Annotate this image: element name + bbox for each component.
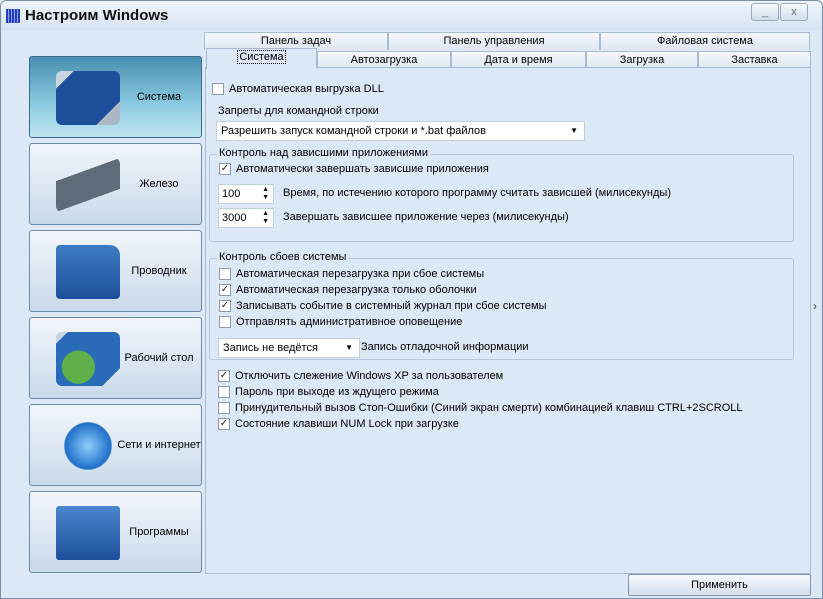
sidebar-item-label: Программы <box>129 526 189 538</box>
scroll-right-icon[interactable]: › <box>813 299 817 313</box>
tab-label: Дата и время <box>484 54 553 66</box>
tab-label: Автозагрузка <box>350 54 418 66</box>
checkbox-box <box>212 83 224 95</box>
checkbox-label: Принудительный вызов Стоп-Ошибки (Синий … <box>235 402 743 414</box>
checkbox-item[interactable]: Автоматическая перезагрузка при сбое сис… <box>219 268 484 280</box>
tab-panel-system: Автоматическая выгрузка DLL Запреты для … <box>205 67 811 574</box>
checkbox-box: ✓ <box>219 284 231 296</box>
checkbox-box: ✓ <box>218 370 230 382</box>
checkbox-label: Пароль при выходе из ждущего режима <box>235 386 439 398</box>
checkbox-item[interactable]: Отправлять административное оповещение <box>219 316 462 328</box>
tab-top-2[interactable]: Файловая система <box>600 32 810 50</box>
checkbox-item[interactable]: Пароль при выходе из ждущего режима <box>218 386 439 398</box>
tab-label: Заставка <box>731 54 778 66</box>
checkbox-label: Автоматически завершать зависшие приложе… <box>236 163 489 175</box>
timeout-spinner[interactable]: 100 ▲ ▼ <box>218 184 274 204</box>
app-window: Настроим Windows _ x Система Железо Провод… <box>0 0 823 599</box>
checkbox-box <box>218 402 230 414</box>
group-legend: Контроль над зависшими приложениями <box>217 147 430 159</box>
timeout-label: Время, по истечению которого программу с… <box>283 187 671 199</box>
checkbox-label: Отключить слежение Windows XP за пользов… <box>235 370 504 382</box>
sidebar-item-label: Проводник <box>131 265 187 277</box>
checkbox-box <box>218 386 230 398</box>
group-legend: Контроль сбоев системы <box>217 251 349 263</box>
sidebar-item-0[interactable]: Система <box>29 56 202 138</box>
monitor-icon <box>56 71 120 125</box>
sidebar-item-label: Система <box>136 91 182 103</box>
checkbox-box <box>219 316 231 328</box>
kill-label: Завершать зависшее приложение через (мил… <box>283 211 569 223</box>
checkbox-label: Состояние клавиши NUM Lock при загрузке <box>235 418 459 430</box>
sidebar-item-1[interactable]: Железо <box>29 143 202 225</box>
auto-end-checkbox[interactable]: ✓ Автоматически завершать зависшие прилож… <box>219 163 489 175</box>
select-value: Запись не ведётся <box>223 342 318 354</box>
checkbox-item[interactable]: ✓ Отключить слежение Windows XP за пользо… <box>218 370 503 382</box>
checkbox-box <box>219 268 231 280</box>
spinner-value: 3000 <box>222 212 247 224</box>
spin-arrows-icon[interactable]: ▲ ▼ <box>262 210 269 226</box>
cmd-restriction-select[interactable]: Разрешить запуск командной строки и *.ba… <box>216 121 585 141</box>
checkbox-item[interactable]: ✓ Состояние клавиши NUM Lock при загрузке <box>218 418 459 430</box>
checkbox-label: Записывать событие в системный журнал пр… <box>236 300 547 312</box>
programs-icon <box>56 506 120 560</box>
sidebar-item-3[interactable]: Рабочий стол <box>29 317 202 399</box>
checkbox-box: ✓ <box>218 418 230 430</box>
select-value: Разрешить запуск командной строки и *.ba… <box>221 125 487 137</box>
checkbox-label: Автоматическая выгрузка DLL <box>229 83 384 95</box>
spin-arrows-icon[interactable]: ▲ ▼ <box>262 186 269 202</box>
checkbox-label: Автоматическая перезагрузка только оболо… <box>236 284 477 296</box>
checkbox-box: ✓ <box>219 300 231 312</box>
checkbox-item[interactable]: Принудительный вызов Стоп-Ошибки (Синий … <box>218 402 743 414</box>
sidebar-item-5[interactable]: Программы <box>29 491 202 573</box>
tab-label: Система <box>237 50 286 64</box>
hard-drive-icon <box>56 158 120 212</box>
spinner-value: 100 <box>222 188 241 200</box>
checkbox-box: ✓ <box>219 163 231 175</box>
checkbox-item[interactable]: ✓ Автоматическая перезагрузка только обол… <box>219 284 477 296</box>
app-icon <box>6 9 20 23</box>
debug-info-select[interactable]: Запись не ведётся ▼ <box>218 338 360 358</box>
checkbox-label: Автоматическая перезагрузка при сбое сис… <box>236 268 485 280</box>
sidebar-item-label: Рабочий стол <box>124 352 194 364</box>
sidebar-item-label: Железо <box>139 178 179 190</box>
apply-button[interactable]: Применить <box>628 574 811 596</box>
minimize-button[interactable]: _ <box>751 3 779 21</box>
chevron-down-icon: ▼ <box>345 343 353 352</box>
chevron-down-icon: ▼ <box>570 126 578 135</box>
tab-top-1[interactable]: Панель управления <box>388 32 600 50</box>
crash-control-group: Контроль сбоев системы Автоматическая пе… <box>209 251 794 360</box>
tab-0[interactable]: Система <box>206 48 317 69</box>
window-title: Настроим Windows <box>25 7 169 24</box>
checkbox-item[interactable]: ✓ Записывать событие в системный журнал п… <box>219 300 546 312</box>
hung-apps-group: Контроль над зависшими приложениями ✓ Авт… <box>209 147 794 242</box>
cmd-label: Запреты для командной строки <box>218 105 379 117</box>
folder-icon <box>56 245 120 299</box>
tab-label: Загрузка <box>619 54 665 66</box>
sidebar-item-label: Сети и интернет <box>117 439 201 451</box>
desktop-icon <box>56 332 120 386</box>
sidebar-item-2[interactable]: Проводник <box>29 230 202 312</box>
debug-label: Запись отладочной информации <box>361 341 529 353</box>
sidebar-item-4[interactable]: Сети и интернет <box>29 404 202 486</box>
dll-unload-checkbox[interactable]: Автоматическая выгрузка DLL <box>212 83 384 95</box>
kill-spinner[interactable]: 3000 ▲ ▼ <box>218 208 274 228</box>
title-bar: Настроим Windows _ x <box>1 1 822 31</box>
close-button[interactable]: x <box>780 3 808 21</box>
checkbox-label: Отправлять административное оповещение <box>236 316 463 328</box>
globe-icon <box>56 419 120 473</box>
